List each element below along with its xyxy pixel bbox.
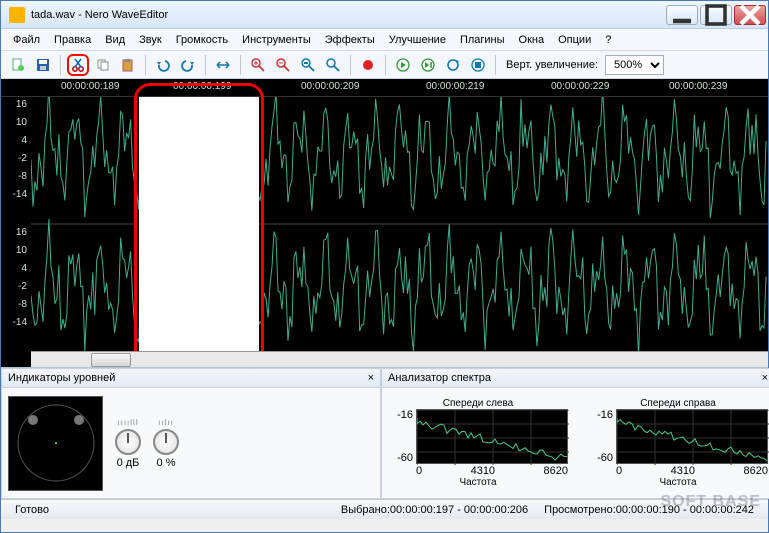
gain-knob-block: ıııılll 0 дБ (115, 418, 141, 469)
titlebar: tada.wav - Nero WaveEditor (1, 1, 768, 29)
record-button[interactable] (357, 54, 379, 76)
spectrum-panel: Анализатор спектра × Спереди слева -16-6… (381, 368, 769, 499)
menu-sound[interactable]: Звук (133, 32, 168, 48)
watermark: SOFT BASE (660, 493, 761, 511)
vectorscope (8, 396, 103, 491)
menu-file[interactable]: Файл (7, 32, 46, 48)
play-sel-button[interactable] (417, 54, 439, 76)
spectrum-right: Спереди справа -16-60 043108620 Частота (588, 398, 768, 488)
close-icon[interactable]: × (368, 372, 374, 384)
save-button[interactable] (32, 54, 54, 76)
amplitude-axis: 16104-2-8-1416104-2-8-14 (1, 97, 31, 367)
zoom-label: Верт. увеличение: (506, 59, 598, 71)
spectrum-left: Спереди слева -16-60 043108620 Частота (388, 398, 568, 488)
scrollbar-thumb[interactable] (91, 353, 131, 367)
status-ready: Готово (7, 504, 57, 516)
horizontal-scrollbar[interactable] (31, 351, 768, 367)
scale-dots-icon: ıılıı (158, 418, 174, 427)
spectrum-title: Анализатор спектра (388, 372, 491, 384)
statusbar: Готово Выбрано:00:00:00:197 - 00:00:00:2… (1, 499, 768, 519)
minimize-button[interactable] (666, 5, 698, 25)
app-icon (9, 7, 25, 23)
channel-label-left: Спереди слева (443, 398, 513, 409)
close-button[interactable] (734, 5, 766, 25)
zoom-out-button[interactable] (272, 54, 294, 76)
play-button[interactable] (392, 54, 414, 76)
menu-plugins[interactable]: Плагины (454, 32, 511, 48)
pan-knob[interactable] (153, 429, 179, 455)
bottom-panels: Индикаторы уровней × ıııılll 0 дБ ıılıı … (1, 367, 768, 499)
waveform-area[interactable]: 00:00:00:18900:00:00:19900:00:00:20900:0… (1, 79, 768, 367)
menu-windows[interactable]: Окна (513, 32, 551, 48)
loop-button[interactable] (442, 54, 464, 76)
undo-button[interactable] (152, 54, 174, 76)
fit-button[interactable] (212, 54, 234, 76)
selection-region[interactable] (139, 97, 259, 351)
copy-button[interactable] (92, 54, 114, 76)
redo-button[interactable] (177, 54, 199, 76)
gain-value: 0 дБ (117, 457, 140, 469)
paste-button[interactable] (117, 54, 139, 76)
menu-help[interactable]: ? (599, 32, 617, 48)
menu-volume[interactable]: Громкость (170, 32, 234, 48)
channel-label-right: Спереди справа (640, 398, 716, 409)
status-selected: Выбрано:00:00:00:197 - 00:00:00:206 (333, 504, 536, 516)
time-ruler[interactable]: 00:00:00:18900:00:00:19900:00:00:20900:0… (1, 79, 768, 97)
freq-label: Частота (659, 477, 696, 488)
pan-knob-block: ıılıı 0 % (153, 418, 179, 469)
levels-panel: Индикаторы уровней × ıııılll 0 дБ ıılıı … (1, 368, 381, 499)
window-title: tada.wav - Nero WaveEditor (31, 9, 666, 21)
stop-button[interactable] (467, 54, 489, 76)
menu-effects[interactable]: Эффекты (319, 32, 381, 48)
close-icon[interactable]: × (762, 372, 768, 384)
scale-dots-icon: ıııılll (117, 418, 138, 427)
waveform-canvas[interactable] (31, 97, 768, 351)
menu-enhance[interactable]: Улучшение (383, 32, 452, 48)
menu-view[interactable]: Вид (99, 32, 131, 48)
gain-knob[interactable] (115, 429, 141, 455)
zoom-select[interactable]: 500% (605, 55, 664, 75)
menu-tools[interactable]: Инструменты (236, 32, 317, 48)
freq-label: Частота (459, 477, 496, 488)
zoom-vert-button[interactable] (322, 54, 344, 76)
toolbar: Верт. увеличение: 500% (1, 51, 768, 79)
app-window: tada.wav - Nero WaveEditor Файл Правка В… (0, 0, 769, 533)
menu-edit[interactable]: Правка (48, 32, 97, 48)
levels-title: Индикаторы уровней (8, 372, 115, 384)
menubar: Файл Правка Вид Звук Громкость Инструмен… (1, 29, 768, 51)
zoom-in-button[interactable] (247, 54, 269, 76)
maximize-button[interactable] (700, 5, 732, 25)
zoom-sel-button[interactable] (297, 54, 319, 76)
cut-button[interactable] (67, 54, 89, 76)
new-button[interactable] (7, 54, 29, 76)
menu-options[interactable]: Опции (552, 32, 597, 48)
pan-value: 0 % (157, 457, 176, 469)
